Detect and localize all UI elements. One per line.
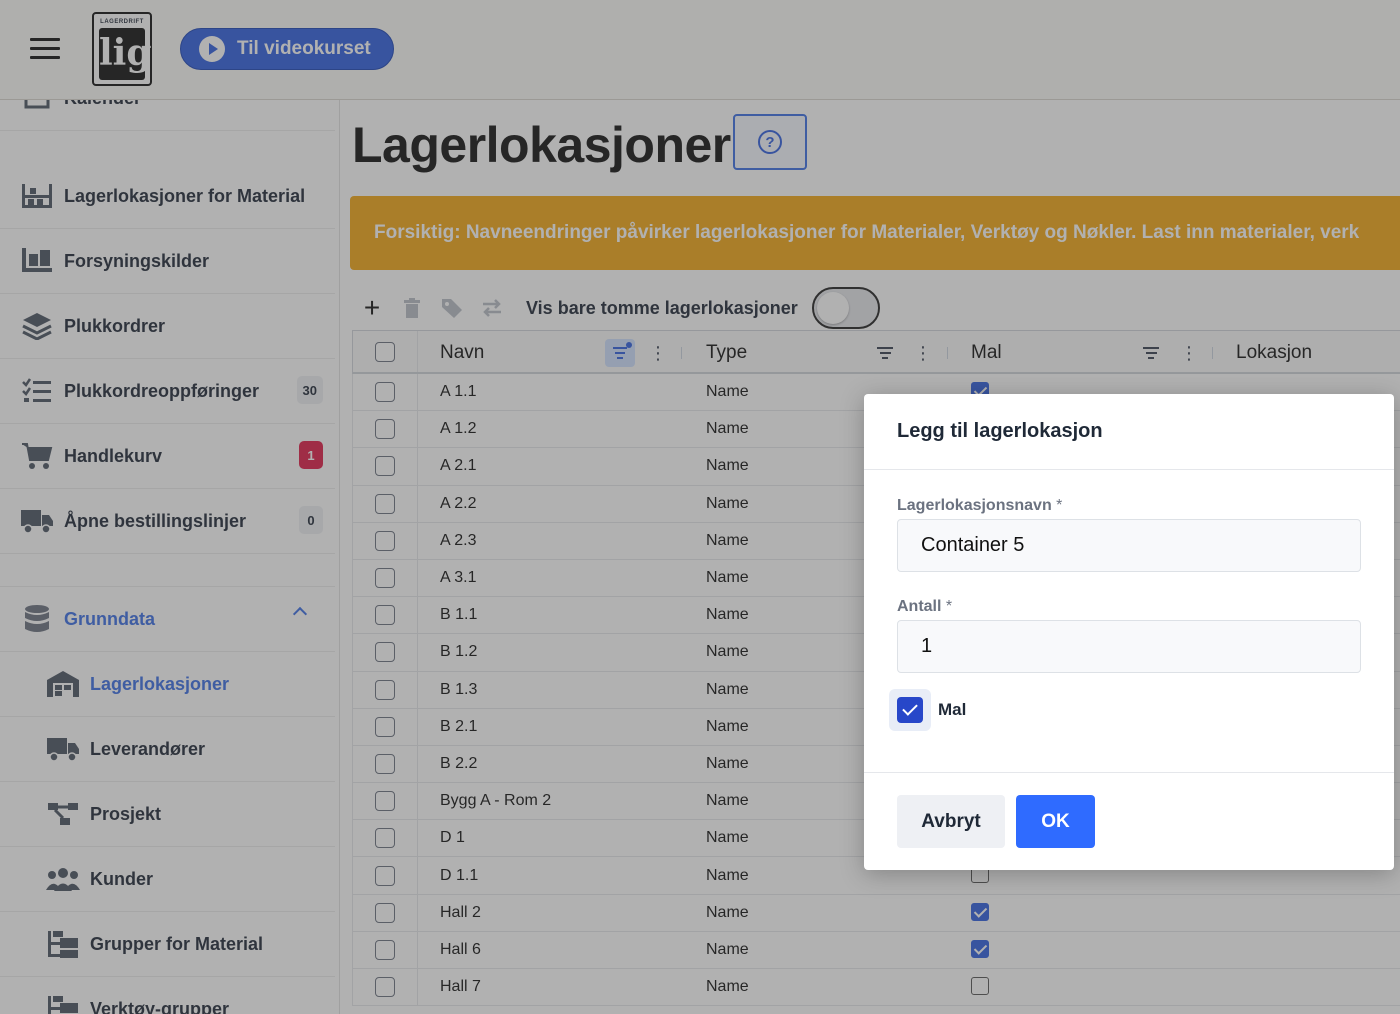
add-location-dialog: Legg til lagerlokasjon Lagerlokasjonsnav…	[864, 394, 1394, 870]
mal-checkbox[interactable]	[889, 689, 931, 731]
quantity-label: Antall *	[897, 598, 953, 615]
mal-checkbox-label[interactable]: Mal	[938, 700, 966, 720]
dialog-title: Legg til lagerlokasjon	[897, 420, 1103, 442]
dialog-header: Legg til lagerlokasjon	[864, 394, 1394, 470]
location-name-input[interactable]	[897, 519, 1361, 572]
required-mark: *	[1056, 497, 1063, 514]
location-name-label: Lagerlokasjonsnavn *	[897, 497, 1063, 514]
cancel-button[interactable]: Avbryt	[897, 795, 1005, 848]
ok-button[interactable]: OK	[1016, 795, 1095, 848]
required-mark: *	[945, 598, 953, 615]
quantity-input[interactable]	[897, 620, 1361, 673]
check-icon	[897, 697, 923, 723]
dialog-footer-divider	[864, 772, 1394, 773]
